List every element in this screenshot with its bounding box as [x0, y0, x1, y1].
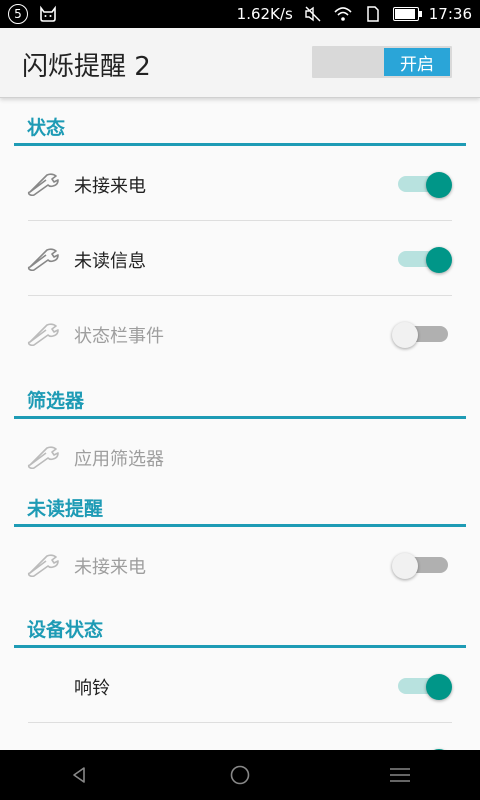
statusbar-events-toggle[interactable]: [392, 322, 452, 348]
mute-icon: [303, 5, 323, 23]
setting-label: 状态栏事件: [74, 326, 164, 347]
setting-label: 未读信息: [74, 251, 146, 272]
setting-row-unread-missed-calls[interactable]: 未接来电: [0, 527, 480, 606]
wrench-icon: [27, 173, 59, 196]
home-button[interactable]: [220, 755, 260, 795]
section-header-device-status: 设备状态: [0, 606, 480, 648]
ringing-toggle[interactable]: [392, 674, 452, 700]
app-bar: 闪烁提醒 2 开启: [0, 28, 480, 98]
setting-row-app-filter[interactable]: 应用筛选器: [0, 419, 480, 497]
master-switch[interactable]: 开启: [312, 46, 452, 78]
section-header-status: 状态: [0, 98, 480, 146]
wrench-icon: [27, 323, 59, 346]
menu-button[interactable]: [380, 755, 420, 795]
sim-icon: [363, 5, 383, 23]
setting-row-next[interactable]: [0, 723, 480, 750]
setting-row-unread-messages[interactable]: 未读信息: [0, 221, 480, 296]
network-speed: 1.62K/s: [236, 5, 293, 23]
master-switch-on-label: 开启: [384, 48, 450, 76]
back-triangle-icon: [73, 767, 85, 783]
notification-count-icon: 5: [8, 4, 28, 24]
battery-icon: [392, 7, 422, 21]
setting-row-statusbar-events[interactable]: 状态栏事件: [0, 296, 480, 371]
missed-calls-toggle[interactable]: [392, 172, 452, 198]
wrench-icon: [27, 554, 59, 577]
navigation-bar: [0, 750, 480, 800]
section-header-filters: 筛选器: [0, 371, 480, 419]
setting-label: 响铃: [74, 678, 110, 699]
back-button[interactable]: [60, 755, 100, 795]
setting-label: 未接来电: [74, 557, 146, 578]
setting-label: 未接来电: [74, 176, 146, 197]
page-title: 闪烁提醒 2: [22, 52, 151, 82]
status-bar: 5 1.62K/s 17:36: [0, 0, 480, 28]
wrench-icon: [27, 446, 59, 469]
section-header-unread-reminders: 未读提醒: [0, 497, 480, 527]
setting-row-ringing[interactable]: 响铃: [0, 648, 480, 723]
clock: 17:36: [428, 5, 472, 23]
wifi-icon: [333, 5, 353, 23]
settings-list: 状态 未接来电 未读信息 状态栏事件 筛选器 应用筛选器 未读提醒 未接来电 设…: [0, 98, 480, 750]
setting-label: 应用筛选器: [74, 449, 164, 470]
home-circle-icon: [230, 765, 250, 785]
setting-row-missed-calls[interactable]: 未接来电: [0, 146, 480, 221]
wrench-icon: [27, 248, 59, 271]
menu-lines-icon: [390, 768, 410, 782]
unread-messages-toggle[interactable]: [392, 247, 452, 273]
cat-icon: [38, 5, 58, 23]
unread-missed-calls-toggle[interactable]: [392, 553, 452, 579]
